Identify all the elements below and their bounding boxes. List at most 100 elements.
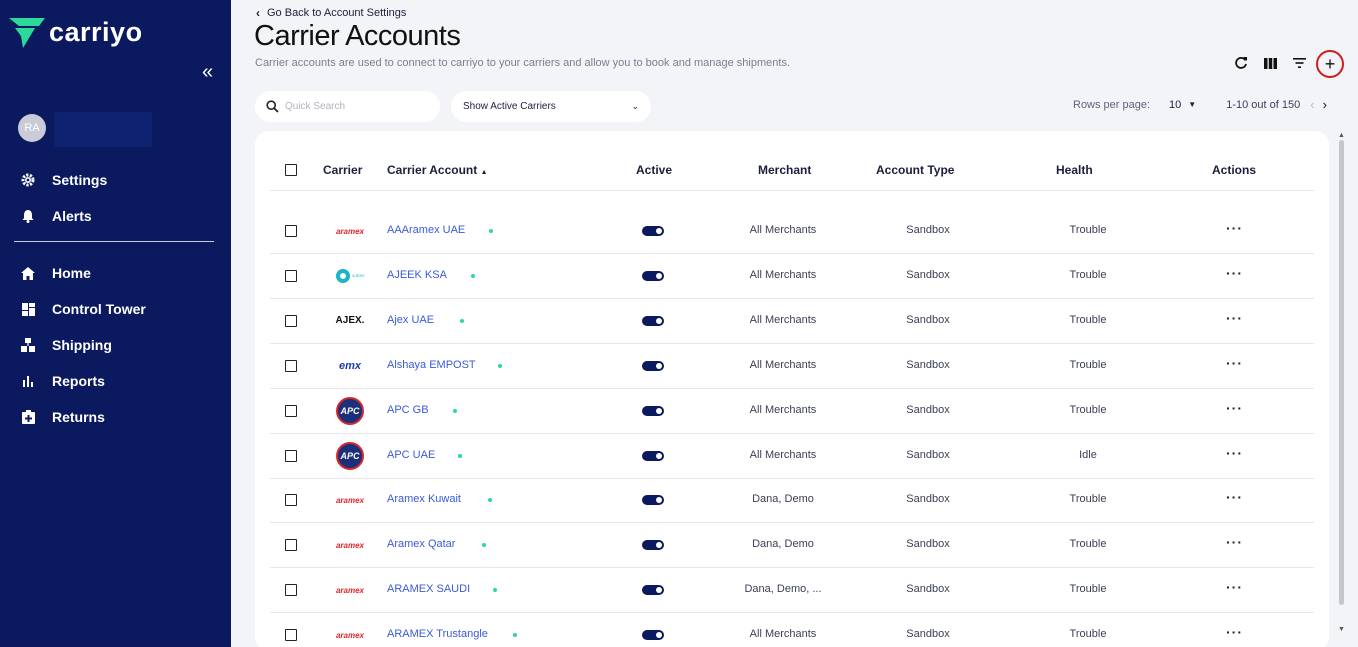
- back-to-account-settings-link[interactable]: ‹ Go Back to Account Settings: [256, 6, 406, 20]
- table-row[interactable]: AJEX. Ajex UAE All Merchants Sandbox Tro…: [270, 299, 1314, 344]
- sidebar-item-settings[interactable]: Settings: [20, 169, 107, 191]
- row-checkbox[interactable]: [285, 629, 297, 642]
- sidebar-item-reports[interactable]: Reports: [20, 370, 105, 392]
- sidebar-item-home[interactable]: Home: [20, 262, 91, 284]
- active-toggle[interactable]: [642, 405, 664, 416]
- active-toggle[interactable]: [642, 630, 664, 641]
- more-actions-icon[interactable]: ···: [1226, 535, 1243, 549]
- table-row[interactable]: aramex ARAMEX Trustangle All Merchants S…: [270, 613, 1314, 647]
- active-toggle[interactable]: [642, 226, 664, 236]
- status-dot: [460, 318, 464, 323]
- more-actions-icon[interactable]: ···: [1226, 446, 1243, 460]
- active-toggle[interactable]: [642, 270, 664, 281]
- scroll-up-icon[interactable]: ▲: [1338, 132, 1345, 139]
- collapse-sidebar-icon[interactable]: «: [202, 62, 213, 82]
- ajeek-logo: AJEEK: [335, 268, 365, 284]
- prev-page-icon[interactable]: ‹: [1310, 97, 1314, 112]
- col-active: Active: [636, 163, 673, 177]
- add-carrier-account-button[interactable]: +: [1316, 50, 1344, 78]
- carrier-accounts-table: Carrier Carrier Account ▲ Active Merchan…: [255, 131, 1329, 647]
- user-name-box[interactable]: [54, 112, 152, 147]
- row-checkbox[interactable]: [285, 539, 297, 552]
- sidebar-item-shipping[interactable]: Shipping: [20, 334, 112, 356]
- sidebar-item-returns[interactable]: Returns: [20, 406, 105, 428]
- next-page-icon[interactable]: ›: [1323, 97, 1327, 112]
- more-actions-icon[interactable]: ···: [1226, 266, 1243, 280]
- scroll-down-icon[interactable]: ▼: [1338, 626, 1345, 633]
- row-checkbox[interactable]: [285, 404, 297, 417]
- table-header: Carrier Carrier Account ▲ Active Merchan…: [270, 149, 1314, 191]
- aramex-logo: aramex: [335, 495, 365, 505]
- select-all-checkbox[interactable]: [285, 164, 297, 176]
- more-actions-icon[interactable]: ···: [1226, 490, 1243, 504]
- carrier-logo: AJEEK: [328, 261, 372, 291]
- row-checkbox[interactable]: [285, 269, 297, 282]
- rows-per-page-select[interactable]: 10 ▼: [1169, 99, 1196, 111]
- carrier-status-select[interactable]: Show Active Carriers ⌄: [451, 91, 651, 122]
- sidebar-item-label: Settings: [52, 172, 108, 188]
- table-row[interactable]: APC APC GB All Merchants Sandbox Trouble…: [270, 389, 1314, 434]
- col-health: Health: [1056, 163, 1093, 177]
- col-carrier-account[interactable]: Carrier Account ▲: [387, 163, 488, 177]
- row-checkbox[interactable]: [285, 314, 297, 327]
- carrier-account-link[interactable]: Ajex UAE: [387, 314, 434, 326]
- table-row[interactable]: AJEEK AJEEK KSA All Merchants Sandbox Tr…: [270, 254, 1314, 299]
- status-dot: [453, 408, 457, 413]
- select-value: Show Active Carriers: [463, 101, 556, 112]
- table-row[interactable]: APC APC UAE All Merchants Sandbox Idle ·…: [270, 434, 1314, 479]
- avatar[interactable]: RA: [18, 114, 46, 142]
- active-toggle[interactable]: [642, 450, 664, 461]
- carrier-account-link[interactable]: AJEEK KSA: [387, 269, 447, 281]
- apc-logo: APC: [336, 441, 364, 470]
- merchant-cell: Dana, Demo: [752, 538, 814, 551]
- table-row[interactable]: aramex ARAMEX SAUDI Dana, Demo, ... Sand…: [270, 568, 1314, 614]
- filter-icon[interactable]: [1288, 52, 1310, 74]
- row-checkbox[interactable]: [285, 449, 297, 462]
- more-actions-icon[interactable]: ···: [1226, 401, 1243, 415]
- pagination: Rows per page: 10 ▼ 1-10 out of 150 ‹ ›: [1073, 97, 1327, 112]
- table-row[interactable]: aramex AAAramex UAE All Merchants Sandbo…: [270, 209, 1314, 254]
- more-actions-icon[interactable]: ···: [1226, 311, 1243, 325]
- carrier-account-link[interactable]: APC GB: [387, 404, 429, 416]
- account-type-cell: Sandbox: [906, 448, 950, 461]
- scrollbar-thumb[interactable]: [1339, 140, 1344, 605]
- carrier-account-link[interactable]: Aramex Qatar: [387, 538, 455, 550]
- row-checkbox[interactable]: [285, 225, 297, 237]
- table-row[interactable]: aramex Aramex Qatar Dana, Demo Sandbox T…: [270, 523, 1314, 569]
- active-toggle[interactable]: [642, 360, 664, 371]
- more-actions-icon[interactable]: ···: [1226, 221, 1243, 235]
- search-input[interactable]: [285, 101, 425, 112]
- row-checkbox[interactable]: [285, 584, 297, 597]
- carrier-account-link[interactable]: APC UAE: [387, 449, 435, 461]
- merchant-cell: All Merchants: [749, 268, 817, 281]
- active-toggle[interactable]: [642, 540, 664, 551]
- carrier-account-link[interactable]: Aramex Kuwait: [387, 493, 461, 505]
- table-row[interactable]: aramex Aramex Kuwait Dana, Demo Sandbox …: [270, 478, 1314, 524]
- carrier-account-link[interactable]: ARAMEX SAUDI: [387, 583, 470, 595]
- sidebar-item-alerts[interactable]: Alerts: [20, 205, 92, 227]
- carrier-logo: APC: [328, 396, 372, 426]
- carrier-logo: AJEX.: [328, 306, 372, 336]
- sidebar-item-label: Reports: [52, 373, 105, 389]
- carrier-account-link[interactable]: ARAMEX Trustangle: [387, 628, 488, 640]
- carrier-account-link[interactable]: AAAramex UAE: [387, 224, 465, 236]
- more-actions-icon[interactable]: ···: [1226, 625, 1243, 639]
- table-row[interactable]: emx Alshaya EMPOST All Merchants Sandbox…: [270, 344, 1314, 389]
- brand-logo[interactable]: carriyo: [9, 17, 143, 48]
- sidebar-item-control-tower[interactable]: Control Tower: [20, 298, 146, 320]
- more-actions-icon[interactable]: ···: [1226, 580, 1243, 594]
- more-actions-icon[interactable]: ···: [1226, 356, 1243, 370]
- refresh-icon[interactable]: [1230, 52, 1252, 74]
- active-toggle[interactable]: [642, 585, 664, 596]
- row-checkbox[interactable]: [285, 359, 297, 372]
- row-checkbox[interactable]: [285, 494, 297, 507]
- carrier-account-link[interactable]: Alshaya EMPOST: [387, 359, 476, 371]
- quick-search[interactable]: [255, 91, 440, 122]
- carrier-logo: aramex: [328, 620, 372, 647]
- active-toggle[interactable]: [642, 315, 664, 326]
- merchant-cell: All Merchants: [749, 224, 817, 236]
- dashboard-icon: [20, 301, 36, 317]
- columns-icon[interactable]: [1259, 52, 1281, 74]
- apc-logo: APC: [336, 396, 364, 425]
- active-toggle[interactable]: [642, 495, 664, 506]
